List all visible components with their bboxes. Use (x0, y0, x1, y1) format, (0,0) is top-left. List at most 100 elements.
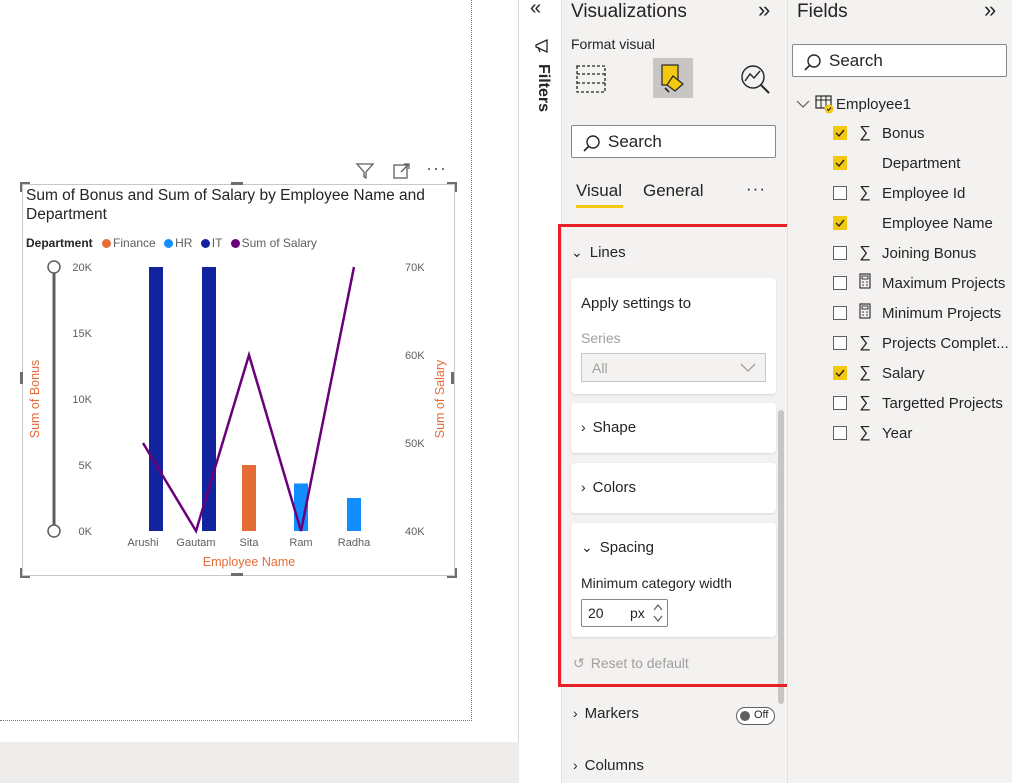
field-item[interactable]: ∑ Bonus (833, 122, 925, 144)
legend-item-hr[interactable]: HR (164, 236, 192, 250)
megaphone-icon[interactable] (533, 37, 551, 55)
collapse-left-icon[interactable]: « (530, 0, 541, 20)
page-tabs-bar (0, 742, 519, 783)
y-tick-label: 5K (79, 460, 93, 472)
focus-mode-icon[interactable] (392, 161, 412, 181)
markers-toggle[interactable]: Off (736, 707, 775, 725)
bar (347, 498, 361, 531)
checkbox[interactable] (833, 276, 847, 290)
expand-right-icon[interactable]: » (984, 0, 996, 23)
zoom-slider-handle (47, 260, 61, 274)
field-label: Bonus (882, 124, 925, 142)
chevron-right-icon: › (573, 757, 578, 773)
field-item[interactable]: ∑ Projects Complet... (833, 332, 1009, 354)
sigma-icon: ∑ (859, 124, 871, 141)
columns-section-header[interactable]: › Columns (573, 757, 644, 774)
checkbox-checked[interactable] (833, 366, 847, 380)
y2-tick-label: 70K (405, 262, 425, 274)
filter-icon[interactable] (355, 161, 375, 181)
active-tab-indicator (576, 205, 623, 208)
x-tick-label: Ram (289, 537, 312, 549)
page-boundary (471, 0, 472, 721)
field-item[interactable]: Employee Name (833, 212, 993, 234)
chevron-down-icon (796, 100, 810, 108)
resize-handle[interactable] (447, 182, 457, 192)
sigma-icon: ∑ (859, 184, 871, 201)
calculator-icon (858, 272, 872, 294)
format-visual-label: Format visual (571, 36, 656, 52)
field-label: Maximum Projects (882, 274, 1006, 292)
field-label: Department (882, 154, 961, 172)
viz-search-input[interactable]: Search (571, 125, 776, 158)
legend-item-sum-of-salary[interactable]: Sum of Salary (230, 236, 317, 250)
more-options-icon[interactable]: ··· (426, 158, 447, 179)
filters-label[interactable]: Filters (534, 64, 552, 112)
checkbox[interactable] (833, 306, 847, 320)
viz-search-placeholder: Search (608, 132, 662, 151)
build-visual-icon[interactable] (574, 62, 608, 96)
field-label: Projects Complet... (882, 334, 1009, 352)
more-options-icon[interactable]: ··· (746, 179, 766, 199)
fields-search-input[interactable]: Search (792, 44, 1007, 77)
chart-title: Sum of Bonus and Sum of Salary by Employ… (26, 187, 425, 223)
markers-section-header[interactable]: › Markers (573, 705, 639, 722)
y-tick-label: 0K (79, 526, 93, 538)
checkbox-checked[interactable] (833, 156, 847, 170)
analytics-icon[interactable] (738, 62, 772, 96)
field-label: Joining Bonus (882, 244, 977, 262)
y-tick-label: 10K (72, 394, 92, 406)
x-tick-label: Sita (240, 537, 260, 549)
legend-item-it[interactable]: IT (200, 236, 222, 250)
sigma-icon: ∑ (859, 424, 871, 441)
sigma-icon: ∑ (859, 244, 871, 261)
chevron-right-icon: › (573, 705, 578, 721)
field-item[interactable]: Minimum Projects (833, 302, 1001, 324)
y2-tick-label: 40K (405, 526, 425, 538)
x-tick-label: Radha (338, 537, 371, 549)
paintbrush-icon (661, 64, 684, 93)
tab-visual[interactable]: Visual (576, 181, 622, 201)
field-item[interactable]: ∑ Salary (833, 362, 925, 384)
search-icon (583, 135, 600, 152)
field-item[interactable]: Maximum Projects (833, 272, 1005, 294)
table-icon (815, 95, 834, 114)
format-visual-tab[interactable] (653, 58, 693, 98)
calculator-icon (858, 302, 872, 324)
expand-right-icon[interactable]: » (758, 0, 770, 23)
page-boundary-bottom (0, 720, 472, 721)
search-icon (804, 54, 821, 71)
field-label: Targetted Projects (882, 394, 1003, 412)
checkbox[interactable] (833, 396, 847, 410)
field-item[interactable]: ∑ Targetted Projects (833, 392, 1003, 414)
y-tick-label: 15K (72, 328, 92, 340)
y2-tick-label: 50K (405, 438, 425, 450)
markers-toggle-label: Off (754, 709, 769, 721)
y-axis-title: Sum of Bonus (28, 360, 42, 439)
checkbox-checked[interactable] (833, 126, 847, 140)
bar (242, 465, 256, 531)
table-employee1[interactable]: Employee1 (796, 94, 911, 114)
checkbox[interactable] (833, 186, 847, 200)
field-label: Employee Name (882, 214, 993, 232)
chart-plot: 0K 5K 10K 15K 20K 40K 50K 60K 70K Sum of Bonus Sum… (28, 260, 447, 569)
table-name: Employee1 (836, 95, 912, 113)
checkbox[interactable] (833, 336, 847, 350)
field-item[interactable]: Department (833, 152, 960, 174)
highlight-box (558, 224, 808, 687)
legend-item-finance[interactable]: Finance (102, 236, 156, 250)
sigma-icon: ∑ (859, 394, 871, 411)
toggle-knob (740, 711, 750, 721)
field-item[interactable]: ∑ Joining Bonus (833, 242, 976, 264)
field-item[interactable]: ∑ Year (833, 422, 912, 444)
visualizations-title: Visualizations (571, 1, 687, 22)
field-label: Salary (882, 364, 925, 382)
legend: Department Finance HR IT Sum of Salary (26, 236, 317, 250)
field-item[interactable]: ∑ Employee Id (833, 182, 965, 204)
tab-general[interactable]: General (643, 181, 703, 201)
checkbox[interactable] (833, 426, 847, 440)
checkbox-checked[interactable] (833, 216, 847, 230)
field-label: Year (882, 424, 913, 442)
x-tick-label: Gautam (176, 537, 215, 549)
checkbox[interactable] (833, 246, 847, 260)
resize-handle[interactable] (231, 182, 243, 185)
